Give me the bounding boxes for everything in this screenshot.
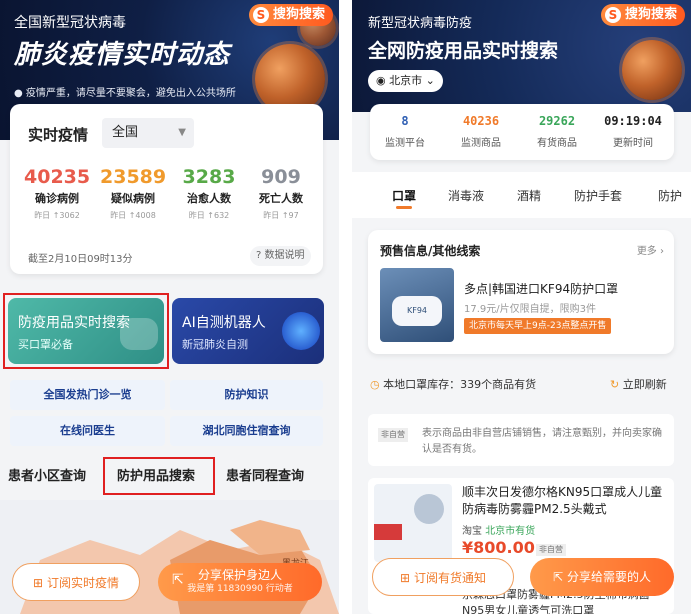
data-note-button[interactable]: ? 数据说明: [250, 246, 311, 266]
presale-tag: 北京市每天早上9点-23点整点开售: [464, 318, 612, 334]
stat-confirmed: 40235 确诊病例 昨日 ↑3062: [24, 166, 91, 220]
presale-card: 预售信息/其他线索 更多 › KF94 多点|韩国进口KF94防护口罩 17.9…: [368, 230, 674, 354]
chevron-down-icon: ⌄: [425, 74, 435, 87]
realtime-stats-card: 实时疫情 全国 ▼ 40235 确诊病例 昨日 ↑3062 23589 疑似病例 …: [10, 104, 323, 274]
plus-icon: ⊞: [33, 576, 44, 590]
share-button[interactable]: ⇱ 分享保护身边人 我是第 11830990 行动者: [158, 563, 322, 601]
person-icon: [414, 494, 444, 524]
tab-disinfectant[interactable]: 消毒液: [448, 187, 484, 204]
sogou-logo-icon: S: [252, 7, 269, 23]
flag-icon: [374, 524, 402, 540]
tab-mask[interactable]: 口罩: [392, 187, 416, 204]
monitor-info-card: 8 监测平台 40236 监测商品 29262 有货商品 09:19:04 更新时间: [370, 104, 674, 160]
share-button[interactable]: ⇱ 分享给需要的人: [530, 558, 674, 596]
refresh-button[interactable]: ↻ 立即刷新: [610, 376, 667, 392]
plus-icon: ⊞: [400, 571, 411, 585]
stat-deaths: 909 死亡人数 昨日 ↑97: [259, 166, 303, 220]
refresh-icon: ↻: [610, 378, 620, 391]
presale-price-line: 17.9元/片仅限自提，限购3件: [464, 304, 596, 315]
realtime-label: 实时疫情: [28, 126, 89, 144]
supplies-search-panel: S 搜狗搜索 新型冠状病毒防疫 全网防疫用品实时搜索 ◉ 北京市 ⌄ 8 监测平台 …: [352, 0, 691, 614]
question-icon: ?: [256, 250, 262, 261]
hero-subtitle: 新型冠状病毒防疫: [368, 16, 473, 31]
tab-gloves[interactable]: 防护手套: [574, 187, 622, 204]
stock-status: ◷ 本地口罩库存：339个商品有货: [370, 378, 537, 391]
hero-title: 全网防疫用品实时搜索: [368, 40, 559, 62]
region-select[interactable]: 全国 ▼: [102, 118, 194, 148]
next-product-title: N95男女儿童透气可洗口罩: [462, 604, 595, 614]
epidemic-dashboard-panel: S 搜狗搜索 全国新型冠状病毒 肺炎疫情实时动态 ● 疫情严重，请尽量不要聚会，避…: [0, 0, 339, 614]
presale-product-title[interactable]: 多点|韩国进口KF94防护口罩: [464, 280, 618, 297]
hero-banner: S 搜狗搜索 新型冠状病毒防疫 全网防疫用品实时搜索 ◉ 北京市 ⌄: [352, 0, 691, 112]
tab-alcohol[interactable]: 酒精: [517, 187, 541, 204]
virus-illustration: [622, 40, 682, 100]
tab-indicator: [396, 206, 412, 209]
online-doctor-link[interactable]: 在线问医生: [10, 416, 165, 446]
more-link[interactable]: 更多 ›: [637, 242, 664, 257]
globe-icon: [282, 312, 320, 350]
sogou-logo-icon: S: [604, 7, 621, 23]
stat-recovered: 3283 治愈人数 昨日 ↑632: [182, 166, 236, 220]
fever-clinic-link[interactable]: 全国发热门诊一览: [10, 380, 165, 410]
share-icon: ⇱: [553, 570, 564, 584]
tab-trip-query[interactable]: 患者同程查询: [226, 465, 304, 484]
sogou-search-badge[interactable]: S 搜狗搜索: [248, 4, 333, 26]
ai-robot-promo[interactable]: AI自测机器人 新冠肺炎自测: [172, 298, 324, 364]
product-shop: 淘宝 北京市有货: [462, 526, 536, 537]
sogou-search-badge[interactable]: S 搜狗搜索: [600, 4, 685, 26]
hero-subtitle: 全国新型冠状病毒: [14, 15, 126, 31]
product-image[interactable]: KF94: [380, 268, 454, 342]
protection-knowledge-link[interactable]: 防护知识: [170, 380, 323, 410]
chevron-down-icon: ▼: [178, 127, 186, 138]
product-price: ¥800.00: [462, 538, 535, 557]
hubei-lodging-link[interactable]: 湖北同胞住宿查询: [170, 416, 323, 446]
subscribe-stock-button[interactable]: ⊞ 订阅有货通知: [372, 558, 514, 596]
subscribe-button[interactable]: ⊞ 订阅实时疫情: [12, 563, 140, 601]
hero-notice: ● 疫情严重，请尽量不要聚会，避免出入公共场所: [14, 88, 236, 99]
hero-title: 肺炎疫情实时动态: [14, 40, 231, 70]
product-image[interactable]: [374, 484, 452, 562]
notice-box: 非自营 表示商品由非自营店铺销售，请注意甄别，并向卖家确认是否有货。: [368, 414, 674, 466]
stat-suspected: 23589 疑似病例 昨日 ↑4008: [100, 166, 167, 220]
tab-protection[interactable]: 防护: [658, 187, 682, 204]
non-self-badge: 非自营: [536, 544, 566, 556]
clock-icon: ◷: [370, 378, 380, 391]
highlight-box: [3, 293, 169, 369]
city-select[interactable]: ◉ 北京市 ⌄: [368, 70, 443, 92]
product-title[interactable]: 顺丰次日发德尔格KN95口罩成人儿童防病毒防雾霾PM2.5头戴式: [462, 484, 668, 518]
location-icon: ◉: [376, 74, 386, 87]
bulb-icon: ●: [14, 88, 23, 99]
highlight-box: [103, 457, 215, 495]
deadline-text: 截至2月10日09时13分: [28, 254, 133, 265]
tab-community-query[interactable]: 患者小区查询: [8, 465, 86, 484]
